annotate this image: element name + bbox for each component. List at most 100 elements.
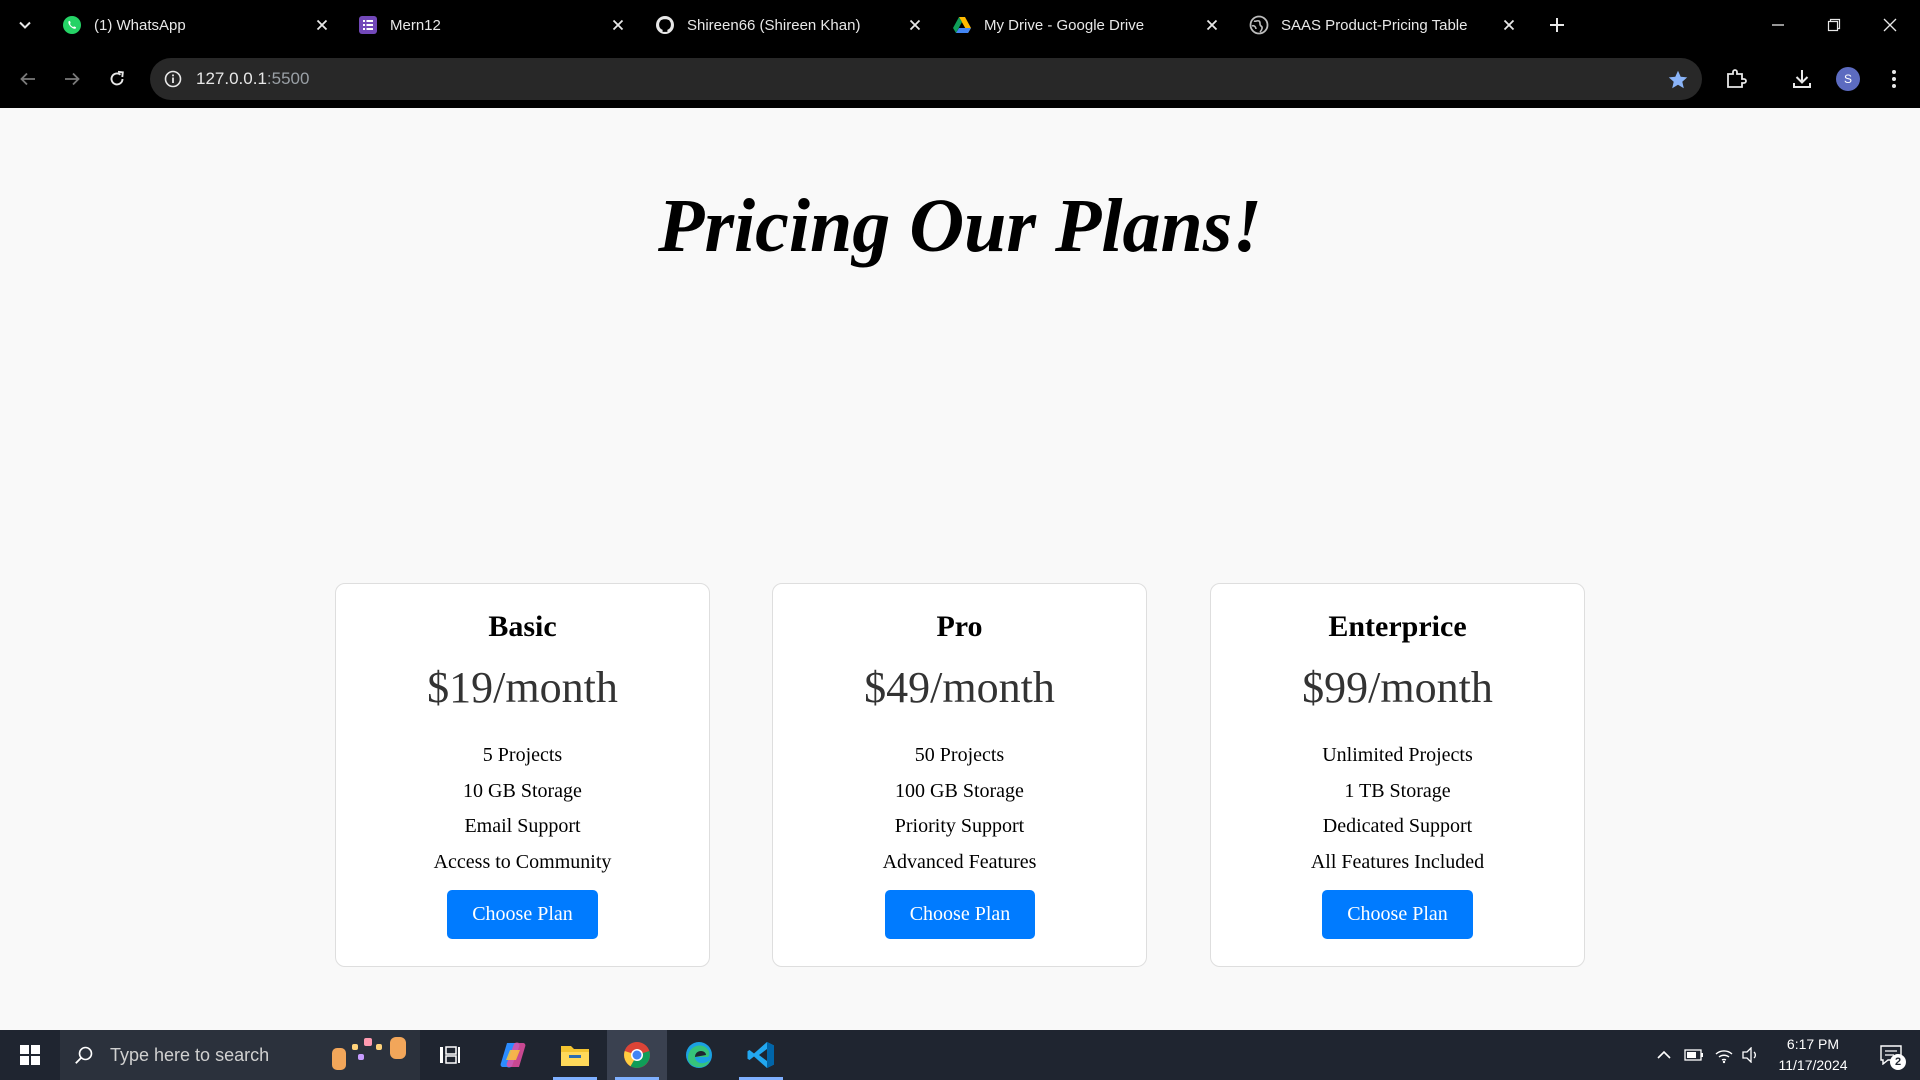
reload-button[interactable]: [103, 65, 131, 93]
downloads-button[interactable]: [1788, 65, 1816, 93]
file-explorer-app[interactable]: [545, 1030, 605, 1080]
choose-plan-button-pro[interactable]: Choose Plan: [885, 890, 1035, 939]
plan-name: Pro: [936, 610, 983, 643]
choose-plan-button-basic[interactable]: Choose Plan: [447, 890, 598, 939]
minimize-icon: [1772, 24, 1784, 26]
page-content: Pricing Our Plans! Basic $19/month 5 Pro…: [0, 108, 1920, 1030]
battery-icon: [1684, 1049, 1703, 1061]
tab-github[interactable]: Shireen66 (Shireen Khan): [643, 8, 933, 42]
tab-title: SAAS Product-Pricing Table: [1281, 16, 1468, 34]
chrome-app[interactable]: [607, 1030, 667, 1080]
feature-item: All Features Included: [1310, 850, 1485, 873]
feature-item: Priority Support: [894, 815, 1025, 837]
feature-item: Dedicated Support: [1322, 815, 1473, 837]
tab-title: My Drive - Google Drive: [984, 16, 1145, 34]
copilot-icon: [500, 1042, 526, 1068]
edge-icon: [686, 1042, 712, 1068]
feature-item: Access to Community: [433, 850, 612, 873]
plan-price: $19/month: [427, 663, 618, 712]
clock-date: 11/17/2024: [1778, 1057, 1848, 1073]
tab-google-drive[interactable]: My Drive - Google Drive: [940, 8, 1230, 42]
download-icon: [1793, 70, 1811, 88]
start-button[interactable]: [0, 1030, 60, 1080]
search-placeholder: Type here to search: [110, 1045, 270, 1065]
close-icon[interactable]: [1202, 15, 1222, 35]
wifi-icon: [1715, 1050, 1733, 1064]
plus-icon: [1550, 18, 1564, 32]
globe-icon: [1249, 15, 1269, 35]
task-view-icon: [440, 1046, 460, 1064]
site-info-icon[interactable]: [162, 68, 184, 90]
menu-button[interactable]: [1880, 65, 1908, 93]
system-clock[interactable]: 6:17 PM 11/17/2024: [1764, 1034, 1862, 1076]
tab-mern12[interactable]: Mern12: [346, 8, 636, 42]
feature-item: Advanced Features: [882, 850, 1037, 873]
pricing-card-pro: Pro $49/month 50 Projects 100 GB Storage…: [772, 583, 1147, 967]
feature-item: 100 GB Storage: [895, 779, 1024, 802]
browser-toolbar: 127.0.0.1:5500 S: [0, 50, 1920, 108]
pricing-card-enterprice: Enterprice $99/month Unlimited Projects …: [1210, 583, 1585, 967]
profile-avatar[interactable]: S: [1836, 67, 1860, 91]
feature-list: Unlimited Projects 1 TB Storage Dedicate…: [1211, 738, 1584, 880]
minimize-button[interactable]: [1750, 0, 1806, 50]
close-icon[interactable]: [905, 15, 925, 35]
search-highlight-lanterns-icon: [332, 1037, 406, 1070]
restore-icon: [1827, 18, 1841, 32]
url-host: 127.0.0.1: [196, 69, 267, 88]
arrow-left-icon: [20, 72, 35, 86]
show-hidden-icons-button[interactable]: [1650, 1030, 1678, 1080]
taskbar: Type here to search 6:17 PM 11/17/2024 2: [0, 1030, 1920, 1080]
notification-count-badge: 2: [1890, 1054, 1906, 1070]
close-icon[interactable]: [312, 15, 332, 35]
bookmark-star-icon[interactable]: [1666, 68, 1690, 92]
tab-whatsapp[interactable]: (1) WhatsApp: [50, 8, 340, 42]
folder-icon: [561, 1046, 589, 1066]
restore-button[interactable]: [1806, 0, 1862, 50]
feature-item: 50 Projects: [914, 744, 1005, 766]
close-icon[interactable]: [608, 15, 628, 35]
tab-saas-pricing[interactable]: SAAS Product-Pricing Table: [1237, 8, 1527, 42]
close-icon[interactable]: [1499, 15, 1519, 35]
plan-price: $49/month: [864, 663, 1055, 712]
close-icon: [1883, 18, 1897, 32]
tab-title: Mern12: [390, 16, 441, 34]
puzzle-icon: [1727, 69, 1747, 88]
tab-search-button[interactable]: [12, 12, 38, 38]
whatsapp-icon: [62, 15, 82, 35]
back-button[interactable]: [14, 65, 42, 93]
new-tab-button[interactable]: [1544, 12, 1570, 38]
windows-logo-icon: [20, 1045, 40, 1065]
forms-icon: [358, 15, 378, 35]
forward-button[interactable]: [58, 65, 86, 93]
page-title: Pricing Our Plans!: [658, 184, 1262, 268]
address-bar[interactable]: 127.0.0.1:5500: [150, 58, 1702, 100]
feature-item: 1 TB Storage: [1344, 779, 1451, 802]
plan-price: $99/month: [1302, 663, 1493, 712]
chrome-icon: [624, 1042, 650, 1068]
volume-status[interactable]: [1738, 1030, 1764, 1080]
network-status[interactable]: [1710, 1030, 1738, 1080]
feature-item: 5 Projects: [482, 744, 563, 766]
more-vertical-icon: [1892, 70, 1896, 88]
copilot-app[interactable]: [483, 1030, 543, 1080]
speaker-icon: [1742, 1047, 1756, 1063]
pricing-card-basic: Basic $19/month 5 Projects 10 GB Storage…: [335, 583, 710, 967]
github-icon: [655, 15, 675, 35]
feature-list: 50 Projects 100 GB Storage Priority Supp…: [773, 738, 1146, 880]
url-text[interactable]: 127.0.0.1:5500: [196, 69, 309, 89]
reload-icon: [110, 70, 124, 86]
clock-time: 6:17 PM: [1786, 1036, 1840, 1052]
browser-tab-strip: (1) WhatsApp Mern12 Shireen66 (Shireen K…: [0, 0, 1920, 50]
notification-center-button[interactable]: 2: [1866, 1030, 1916, 1080]
chevron-down-icon: [19, 21, 31, 29]
task-view-button[interactable]: [420, 1030, 480, 1080]
feature-list: 5 Projects 10 GB Storage Email Support A…: [336, 738, 709, 880]
extensions-button[interactable]: [1722, 65, 1750, 93]
taskbar-search-box[interactable]: Type here to search: [60, 1030, 420, 1080]
arrow-right-icon: [65, 72, 80, 86]
vscode-app[interactable]: [731, 1030, 791, 1080]
battery-status[interactable]: [1680, 1030, 1708, 1080]
close-window-button[interactable]: [1862, 0, 1918, 50]
choose-plan-button-enterprice[interactable]: Choose Plan: [1322, 890, 1473, 939]
edge-app[interactable]: [669, 1030, 729, 1080]
